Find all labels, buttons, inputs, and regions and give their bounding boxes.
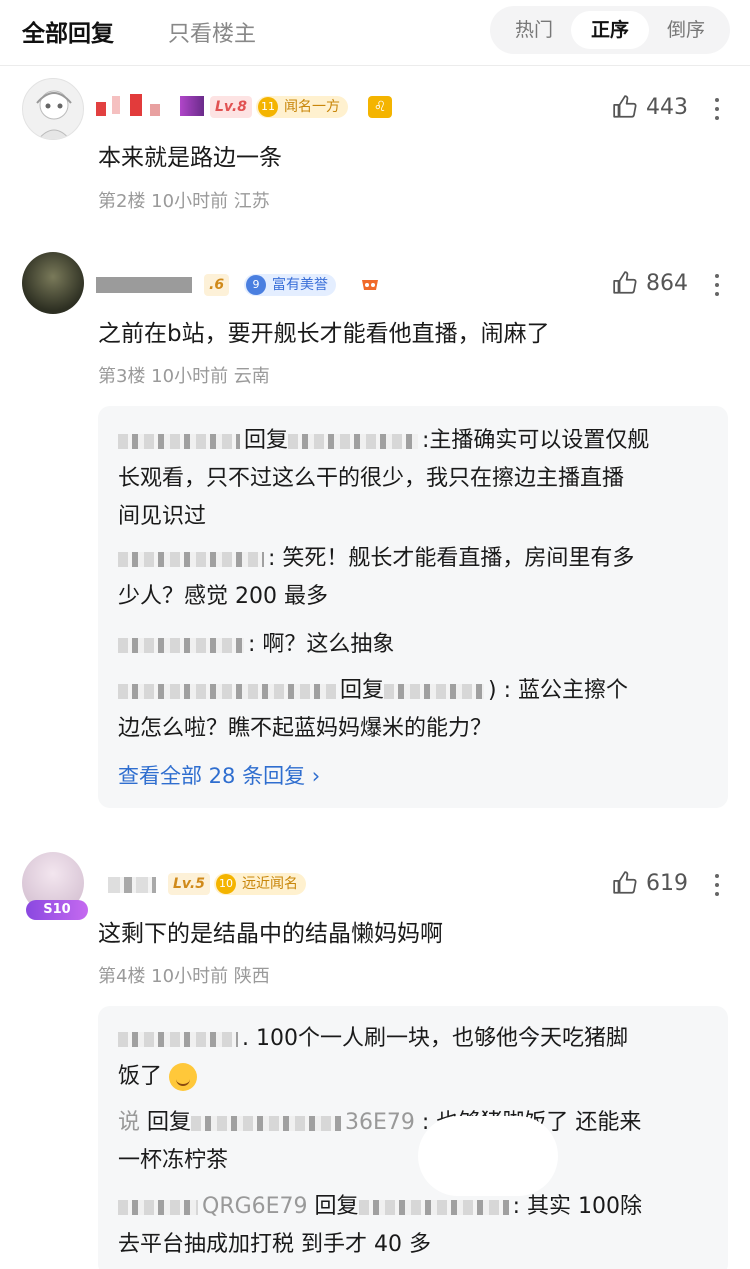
more-icon[interactable]	[714, 98, 720, 125]
comment-meta: 第2楼 10小时前 江苏	[98, 191, 270, 212]
level-badge: .6	[204, 274, 230, 296]
laughing-emoji-icon	[169, 1063, 198, 1091]
game-badge-icon	[358, 272, 382, 296]
reply-preview-box: . 100个一人刷一块，也够他今天吃猪脚 饭了 说 回复36E79 : 也够猪脚…	[98, 1006, 728, 1269]
comment-text: 这剩下的是结晶中的结晶懒妈妈啊	[98, 921, 443, 947]
medal-name: 远近闻名	[242, 876, 298, 892]
medal-badge: 9 富有美誉	[244, 274, 336, 296]
sort-toggle: 热门 正序 倒序	[490, 6, 730, 54]
reply-item[interactable]: 回复:主播确实可以设置仅舰 长观看，只不过这么干的很少，我只在擦边主播直播 间见…	[118, 422, 713, 536]
tab-op-only[interactable]: 只看楼主	[168, 16, 256, 48]
medal-name: 闻名一方	[284, 99, 340, 115]
medal-name: 富有美誉	[272, 277, 328, 293]
medal-badge: 11 闻名一方	[256, 96, 348, 118]
comment-meta: 第4楼 10小时前 陕西	[98, 966, 270, 987]
avatar[interactable]	[22, 252, 84, 314]
like-count: 443	[646, 94, 688, 120]
reply-item[interactable]: : 笑死！舰长才能看直播，房间里有多 少人？感觉 200 最多	[118, 540, 713, 616]
comment-text: 本来就是路边一条	[98, 145, 282, 171]
reply-item[interactable]: 回复) : 蓝公主擦个 边怎么啦？瞧不起蓝妈妈爆米的能力？	[118, 672, 713, 748]
tab-all-replies[interactable]: 全部回复	[22, 14, 114, 48]
avatar-badge: S10	[26, 900, 88, 920]
level-badge: Lv.5	[168, 873, 210, 895]
thumb-up-icon	[613, 871, 637, 894]
redaction-smear	[418, 1116, 558, 1196]
reply-item[interactable]: . 100个一人刷一块，也够他今天吃猪脚 饭了	[118, 1020, 713, 1096]
reply-item[interactable]: : 啊？这么抽象	[118, 626, 713, 664]
thumb-up-icon	[613, 95, 637, 118]
comment-item: S10 Lv.5 10 远近闻名 619 这剩下的是结晶中的结晶懒妈妈啊 第4楼…	[0, 840, 750, 1269]
like-button[interactable]: 864	[612, 270, 688, 296]
username[interactable]	[108, 877, 156, 893]
sort-desc-button[interactable]: 倒序	[647, 11, 725, 49]
more-icon[interactable]	[714, 274, 720, 301]
comment-header: 全部回复 只看楼主 热门 正序 倒序	[0, 0, 750, 66]
zodiac-icon: ♌	[368, 96, 392, 118]
comment-text: 之前在b站，要开舰长才能看他直播，闹麻了	[98, 321, 550, 347]
medal-level: 10	[216, 874, 236, 894]
comment-item: .6 9 富有美誉 864 之前在b站，要开舰长才能看他直播，闹麻了 第3楼 1…	[0, 240, 750, 820]
view-all-replies-link[interactable]: 查看全部 28 条回复 ›	[118, 760, 320, 790]
avatar[interactable]	[22, 78, 84, 140]
reply-item[interactable]: QRG6E79 回复: 其实 100除 去平台抽成加打税 到手才 40 多	[118, 1188, 713, 1264]
comment-meta: 第3楼 10小时前 云南	[98, 366, 270, 387]
thumb-up-icon	[613, 271, 637, 294]
more-icon[interactable]	[714, 874, 720, 901]
like-count: 864	[646, 270, 688, 296]
level-badge: Lv.8	[210, 96, 252, 118]
sort-hot-button[interactable]: 热门	[495, 11, 573, 49]
sort-asc-button[interactable]: 正序	[571, 11, 649, 49]
like-count: 619	[646, 870, 688, 896]
medal-badge: 10 远近闻名	[214, 873, 306, 895]
username[interactable]	[96, 277, 192, 293]
comment-item: Lv.8 11 闻名一方 ♌ 443 本来就是路边一条 第2楼 10小时前 江苏	[0, 66, 750, 226]
medal-level: 11	[258, 97, 278, 117]
reply-item[interactable]: 说 回复36E79 : 也够猪脚饭了 还能来 一杯冻柠茶	[118, 1104, 713, 1180]
reply-preview-box: 回复:主播确实可以设置仅舰 长观看，只不过这么干的很少，我只在擦边主播直播 间见…	[98, 406, 728, 808]
like-button[interactable]: 443	[612, 94, 688, 120]
like-button[interactable]: 619	[612, 870, 688, 896]
medal-level: 9	[246, 275, 266, 295]
